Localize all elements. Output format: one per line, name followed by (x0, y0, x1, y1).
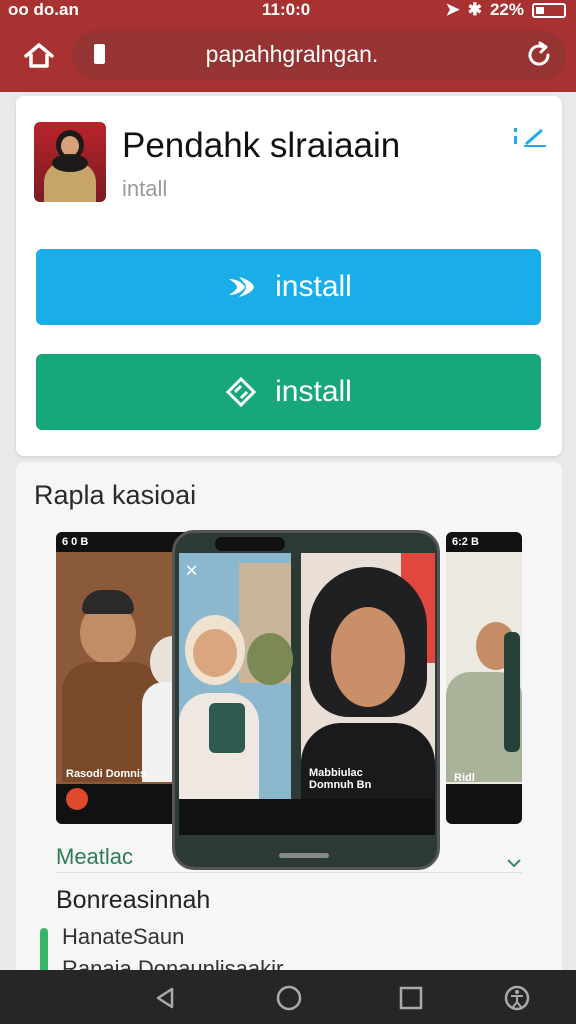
phone-caption: Mabbiulac Domnuh Bn (309, 767, 372, 791)
back-icon[interactable] (150, 983, 180, 1013)
url-text: papahhgralngan. (205, 41, 379, 67)
app-icon (34, 122, 106, 202)
bluetooth-icon: ✱ (467, 0, 482, 19)
recents-icon[interactable] (396, 983, 426, 1013)
install-label-primary: install (275, 270, 352, 303)
leaf-icon (229, 277, 255, 297)
phone-screen-left: ✕ (179, 553, 293, 823)
battery-icon (532, 2, 566, 18)
install-label-secondary: install (275, 375, 352, 408)
detail-item: HanateSaun (62, 924, 185, 949)
home-button[interactable] (22, 40, 56, 70)
clock: 11:0:0 (262, 0, 311, 19)
screenshot-caption: Ridl (454, 772, 475, 784)
phone-screen-right: Mabbiulac Domnuh Bn (301, 553, 435, 823)
record-icon (66, 788, 88, 810)
more-link[interactable]: Meatlac (56, 844, 133, 870)
diamond-icon (226, 376, 257, 408)
address-bar[interactable]: papahhgralngan. (72, 30, 566, 80)
install-button-primary[interactable]: install (36, 249, 541, 325)
phone-nav (179, 799, 435, 835)
install-button-secondary[interactable]: install (36, 354, 541, 430)
carrier-text: oo do.an (8, 0, 79, 19)
details-heading: Bonreasinnah (56, 886, 211, 914)
section-title: Rapla kasioai (34, 480, 197, 510)
reload-button[interactable] (524, 40, 554, 70)
location-icon: ➤ (445, 0, 460, 19)
phone-mockup[interactable]: ✕ Mabbiulac Domnuh Bn (172, 530, 440, 870)
status-icons: ➤ ✱ 22% (445, 0, 566, 20)
screenshot-nav (446, 784, 522, 824)
home-icon (24, 43, 54, 68)
app-title: Pendahk slraiaain (122, 126, 401, 165)
accessibility-icon[interactable] (502, 983, 532, 1013)
status-bar: oo do.an 11:0:0 ➤ ✱ 22% (0, 0, 576, 22)
reload-icon (528, 41, 550, 66)
divider (56, 872, 522, 873)
screenshot-status: 6:2 B (446, 532, 522, 552)
system-nav-bar (0, 970, 576, 1024)
close-icon[interactable]: ✕ (185, 561, 198, 581)
screenshot-caption: Rasodi Domnis (66, 768, 147, 780)
browser-chrome: oo do.an 11:0:0 ➤ ✱ 22% papahhgralngan. (0, 0, 576, 92)
home-circle-icon[interactable] (274, 983, 304, 1013)
app-card: Pendahk slraiaain intall install install (16, 96, 562, 456)
edit-icon[interactable] (512, 126, 548, 148)
app-subtitle: intall (122, 176, 168, 201)
chevron-down-icon[interactable] (506, 858, 522, 868)
battery-percent: 22% (489, 0, 524, 19)
screenshot-3[interactable]: 6:2 B Ridl (446, 532, 522, 824)
